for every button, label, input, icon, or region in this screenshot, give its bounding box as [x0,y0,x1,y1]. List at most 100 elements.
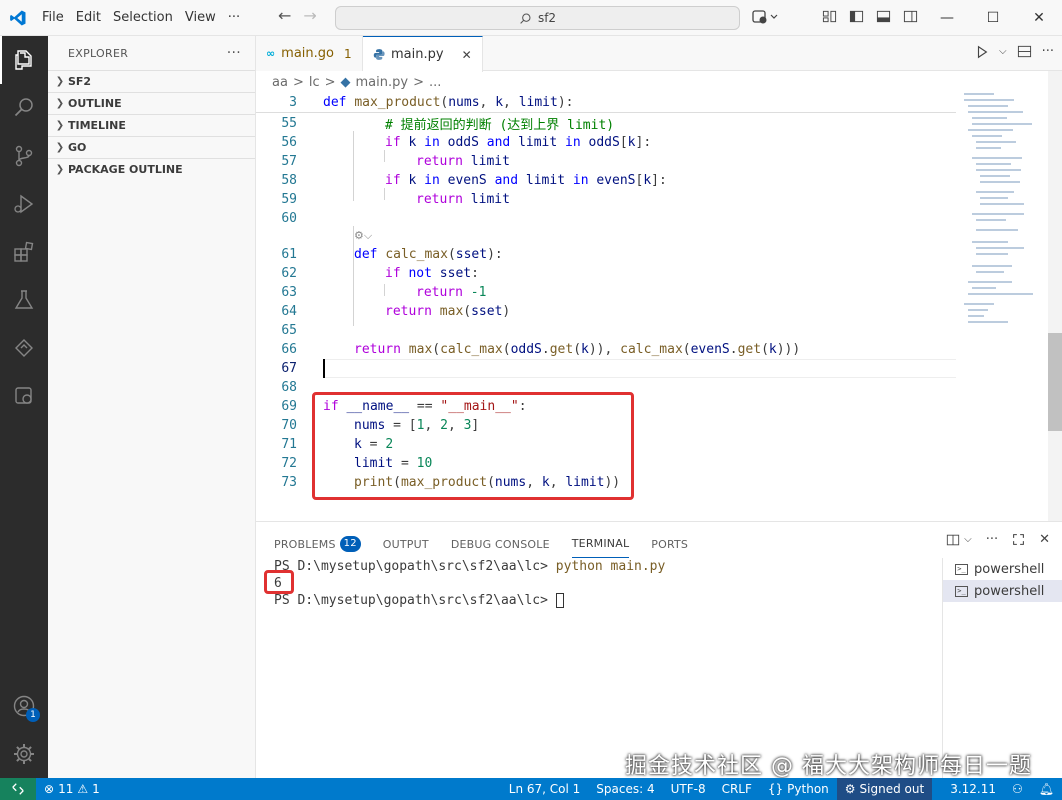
token: ]: [651,173,667,188]
codelens-refactor-icon[interactable]: ⚙⌵ [354,229,372,243]
bottom-panel: PROBLEMS 12 OUTPUT DEBUG CONSOLE TERMINAL… [256,521,1062,779]
braces-icon: {} [767,782,784,796]
section-go[interactable]: ❯ GO [48,136,255,158]
testing-flask-icon[interactable] [0,276,48,324]
tab-main-py[interactable]: main.py ✕ [362,36,483,72]
terminal-instance[interactable]: >_ powershell [943,580,1062,602]
token: max [439,304,464,319]
breadcrumb-lc[interactable]: lc [309,75,320,90]
section-package-outline[interactable]: ❯ PACKAGE OUTLINE [48,158,255,180]
close-tab-icon[interactable]: ✕ [462,48,472,62]
menu-selection[interactable]: Selection [107,0,179,36]
section-outline[interactable]: ❯ OUTLINE [48,92,255,114]
chevron-down-icon[interactable]: ⌵ [964,534,972,545]
copilot-icon[interactable] [752,9,780,29]
python-interpreter[interactable]: 3.12.11 [942,778,1004,800]
token: . [541,342,550,357]
signed-out-status[interactable]: ⚙ Signed out [836,778,933,800]
settings-gear-icon[interactable] [0,730,48,778]
token: limit [470,154,510,169]
notifications-bell-icon[interactable]: 🔔︎ [1031,778,1062,800]
breadcrumb-aa[interactable]: aa [272,75,288,90]
code-line: 56 if k in oddS and limit in oddS[k]: [256,133,956,152]
search-view-icon[interactable] [0,84,48,132]
remote-explorer-icon[interactable] [0,372,48,420]
extensions-icon[interactable] [0,228,48,276]
maximize-icon[interactable]: ☐ [970,0,1016,36]
run-python-icon[interactable] [975,45,989,59]
explorer-more-button[interactable]: ··· [227,45,241,61]
title-bar: File Edit Selection View ··· ← → sf2 — ☐… [0,0,1062,36]
code-text: def max_product(nums, k, limit): [323,95,573,110]
menu-more[interactable]: ··· [222,0,246,36]
toggle-primary-sidebar-icon[interactable] [849,9,864,24]
minimize-icon[interactable]: — [924,0,970,36]
code-editor[interactable]: 3 def max_product(nums, k, limit): 55 # … [256,93,956,520]
terminal-output[interactable]: PS D:\mysetup\gopath\src\sf2\aa\lc> pyth… [274,558,665,609]
forward-arrow-icon[interactable]: → [303,6,316,25]
breadcrumb-separator: > [324,74,336,90]
toggle-panel-icon[interactable] [876,9,891,24]
go-extension-icon[interactable] [0,324,48,372]
section-timeline[interactable]: ❯ TIMELINE [48,114,255,136]
cursor-position[interactable]: Ln 67, Col 1 [501,778,589,800]
split-editor-icon[interactable] [1017,44,1032,59]
tab-output[interactable]: OUTPUT [383,530,429,558]
copilot-status-icon[interactable]: ⚇ [1004,778,1031,800]
token: if [385,135,401,150]
remote-indicator-icon[interactable] [0,778,36,800]
split-terminal-icon[interactable] [946,533,960,547]
scrollbar-thumb[interactable] [1048,333,1062,431]
code-line: 65 [256,321,956,340]
back-arrow-icon[interactable]: ← [278,6,291,25]
breadcrumb: aa > lc > ◆ main.py > ... [256,71,956,93]
tab-terminal[interactable]: TERMINAL [571,530,630,558]
section-sf2[interactable]: ❯ SF2 [48,70,255,92]
maximize-panel-icon[interactable] [1012,533,1025,546]
menu-file[interactable]: File [36,0,70,36]
run-debug-icon[interactable] [0,180,48,228]
chevron-down-icon[interactable]: ⌵ [999,46,1007,57]
token: : [471,266,479,281]
token: calc_max [385,247,448,262]
tab-main-go[interactable]: ∞ main.go 1 [256,36,363,71]
breadcrumb-symbol[interactable]: ... [429,75,441,90]
minimap[interactable] [958,71,1048,521]
more-actions-icon[interactable]: ··· [986,532,998,547]
breadcrumb-file[interactable]: main.py [356,75,409,90]
token: ( [502,342,511,357]
source-control-icon[interactable] [0,132,48,180]
problems-status[interactable]: ⊗ 11 ⚠ 1 [36,778,108,800]
close-window-icon[interactable]: ✕ [1016,0,1062,36]
terminal-name: powershell [974,561,1045,577]
token: max [408,342,433,357]
more-actions-icon[interactable]: ··· [1042,44,1054,59]
terminal-icon: >_ [955,563,968,575]
chevron-right-icon: ❯ [55,120,65,131]
warning-count: 1 [92,782,100,796]
line-number: 62 [281,266,297,281]
menu-view[interactable]: View [179,0,222,36]
tab-ports[interactable]: PORTS [651,530,688,558]
menu-edit[interactable]: Edit [70,0,107,36]
toggle-secondary-sidebar-icon[interactable] [903,9,918,24]
command-center-search[interactable]: sf2 [335,6,740,30]
account-icon[interactable]: 1 [0,682,48,730]
tab-problems[interactable]: PROBLEMS 12 [274,530,361,558]
token: return [385,304,432,319]
close-panel-icon[interactable]: ✕ [1039,532,1050,547]
chevron-right-icon: ❯ [55,142,65,153]
token: limit [518,95,558,110]
language-mode[interactable]: {} Python [760,778,837,800]
vertical-scrollbar[interactable] [1048,71,1062,521]
token: k [627,135,636,150]
code-line: 63 return -1 [256,283,956,302]
end-of-line[interactable]: CRLF [714,778,760,800]
indentation[interactable]: Spaces: 4 [588,778,662,800]
explorer-icon[interactable] [0,36,48,84]
code-line: 57 return limit [256,152,956,171]
tab-debug-console[interactable]: DEBUG CONSOLE [451,530,550,558]
file-encoding[interactable]: UTF-8 [663,778,714,800]
customize-layout-icon[interactable] [822,9,837,24]
terminal-instance[interactable]: >_ powershell [943,558,1062,580]
